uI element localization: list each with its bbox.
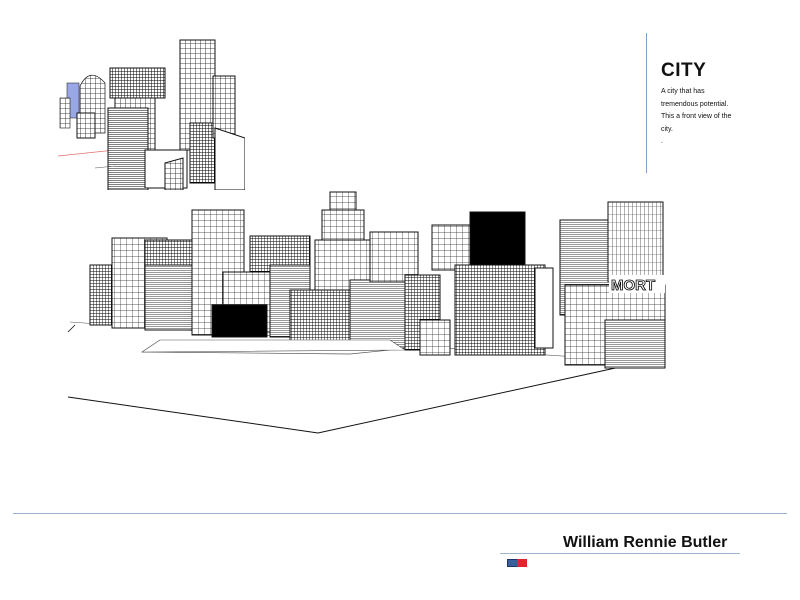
- sign-text: MORT: [611, 277, 655, 294]
- logo-right-block: [517, 559, 527, 567]
- description-line: tremendous potential.: [661, 100, 729, 108]
- vertical-divider: [646, 33, 647, 173]
- city-front-view-sketch: MORT: [67, 191, 666, 434]
- description: A city that has tremendous potential. Th…: [661, 86, 771, 149]
- footer-divider: [13, 513, 787, 514]
- city-aerial-sketch: [57, 39, 245, 190]
- author-name: William Rennie Butler: [563, 534, 728, 551]
- logo-icon: [507, 559, 527, 567]
- description-line: This a front view of the: [661, 113, 732, 120]
- description-line: .: [661, 138, 663, 145]
- description-line: city.: [661, 125, 673, 133]
- page-title: CITY: [661, 60, 707, 81]
- author-underline: [500, 553, 740, 554]
- description-line: A city that has: [661, 88, 705, 95]
